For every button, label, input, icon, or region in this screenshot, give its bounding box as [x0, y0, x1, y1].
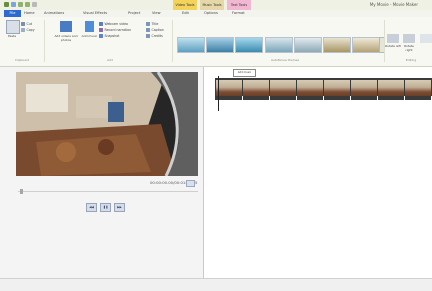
ribbon-separator: [384, 20, 385, 62]
rotate-right-icon[interactable]: [403, 34, 415, 43]
window-title: My Movie - Movie Maker: [369, 2, 418, 7]
add-videos-icon[interactable]: [60, 21, 72, 32]
undo-icon[interactable]: [18, 2, 23, 7]
previous-frame-button[interactable]: ◀◀: [86, 203, 97, 212]
theme-thumbnail[interactable]: [323, 37, 351, 53]
cut-icon: [21, 21, 25, 26]
caption-label: Caption: [151, 27, 164, 32]
seek-thumb[interactable]: [20, 189, 23, 194]
next-frame-button[interactable]: ▶▶: [114, 203, 125, 212]
clip-frame-thumbnail: [405, 80, 431, 96]
copy-label: Copy: [26, 27, 35, 32]
credits-icon: [146, 33, 150, 38]
clip-frame-thumbnail: [243, 80, 269, 96]
record-narration-button[interactable]: Record narration: [99, 27, 131, 32]
playback-cursor[interactable]: [218, 76, 219, 111]
video-preview[interactable]: [16, 72, 198, 176]
microphone-icon: [99, 27, 103, 32]
clip-frame-marker: [242, 96, 243, 100]
credits-label: Credits: [151, 33, 163, 38]
copy-icon: [21, 27, 25, 32]
tab-format[interactable]: Format: [232, 10, 245, 17]
themes-group-label: AutoMovie themes: [270, 58, 300, 62]
clipboard-group-label: Clipboard: [14, 58, 30, 62]
play-button[interactable]: ❚❚: [100, 203, 111, 212]
video-frame-image: [16, 72, 198, 176]
theme-thumbnail[interactable]: [352, 37, 380, 53]
record-narration-label: Record narration: [104, 27, 132, 32]
webcam-button[interactable]: Webcam video: [99, 21, 128, 26]
add-music-icon[interactable]: [85, 21, 94, 32]
credits-button[interactable]: Credits: [146, 33, 163, 38]
cut-label: Cut: [26, 21, 33, 26]
tab-animations[interactable]: Animations: [44, 10, 64, 17]
add-music-button[interactable]: Add music: [80, 34, 99, 38]
theme-thumbnail[interactable]: [206, 37, 234, 53]
cut-button[interactable]: Cut: [21, 21, 32, 26]
theme-thumbnail[interactable]: [235, 37, 263, 53]
caption-icon: [146, 27, 150, 32]
tab-project[interactable]: Project: [128, 10, 140, 17]
rotate-left-icon[interactable]: [387, 34, 399, 43]
paste-icon[interactable]: [6, 20, 20, 34]
webcam-icon: [99, 21, 103, 26]
save-icon[interactable]: [11, 2, 16, 7]
tab-edit[interactable]: Edit: [182, 10, 189, 17]
editing-overflow-icon[interactable]: [420, 34, 432, 43]
snapshot-label: Snapshot: [104, 33, 120, 38]
tab-options[interactable]: Options: [204, 10, 218, 17]
title-icon: [146, 21, 150, 26]
tab-home[interactable]: Home: [24, 10, 35, 17]
movie-maker-app-icon[interactable]: [4, 2, 9, 7]
add-videos-button[interactable]: Add videos and photos: [51, 34, 81, 42]
clip-frame-thumbnail: [270, 80, 296, 96]
add-group-label: Add: [107, 58, 113, 62]
clip-frame-marker: [296, 96, 297, 100]
title-button[interactable]: Title: [146, 21, 158, 26]
theme-thumbnail[interactable]: [294, 37, 322, 53]
copy-button[interactable]: Copy: [21, 27, 35, 32]
editing-group-label: Editing: [405, 58, 417, 62]
tab-view[interactable]: View: [152, 10, 161, 17]
clip-frame-marker: [350, 96, 351, 100]
context-tab-text-tools: Text Tools: [227, 0, 251, 10]
snapshot-icon: [99, 33, 103, 38]
dropdown-icon[interactable]: [32, 2, 37, 7]
context-tab-music-tools: Music Tools: [200, 0, 224, 10]
webcam-label: Webcam video: [104, 21, 128, 26]
context-tab-video-tools: Video Tools: [173, 0, 197, 10]
clip-frame-thumbnail: [378, 80, 404, 96]
clip-frame-thumbnail: [351, 80, 377, 96]
tab-visual-effects[interactable]: Visual Effects: [83, 10, 107, 17]
snapshot-button[interactable]: Snapshot: [99, 33, 119, 38]
split-view-button[interactable]: [186, 180, 195, 187]
seek-bar[interactable]: [18, 191, 198, 192]
clip-frame-marker: [269, 96, 270, 100]
clip-frame-thumbnail: [216, 80, 242, 96]
ribbon-separator: [44, 20, 45, 62]
theme-thumbnail[interactable]: [177, 37, 205, 53]
caption-button[interactable]: Caption: [146, 27, 164, 32]
rotate-left-button[interactable]: Rotate left: [385, 44, 401, 48]
clip-frame-marker: [323, 96, 324, 100]
clip-frame-marker: [377, 96, 378, 100]
clip-tooltip: Add music: [233, 69, 256, 77]
clip-frame-thumbnail: [324, 80, 350, 96]
quick-access-toolbar: [4, 2, 37, 7]
rotate-right-button[interactable]: Rotate right: [401, 44, 417, 52]
tab-file[interactable]: File: [4, 10, 21, 17]
title-label: Title: [151, 21, 159, 26]
clip-frame-thumbnail: [297, 80, 323, 96]
status-bar: [0, 278, 432, 291]
paste-button[interactable]: Paste: [4, 34, 20, 38]
redo-icon[interactable]: [25, 2, 30, 7]
clip-frame-marker: [404, 96, 405, 100]
ribbon-separator: [172, 20, 173, 62]
theme-thumbnail[interactable]: [265, 37, 293, 53]
